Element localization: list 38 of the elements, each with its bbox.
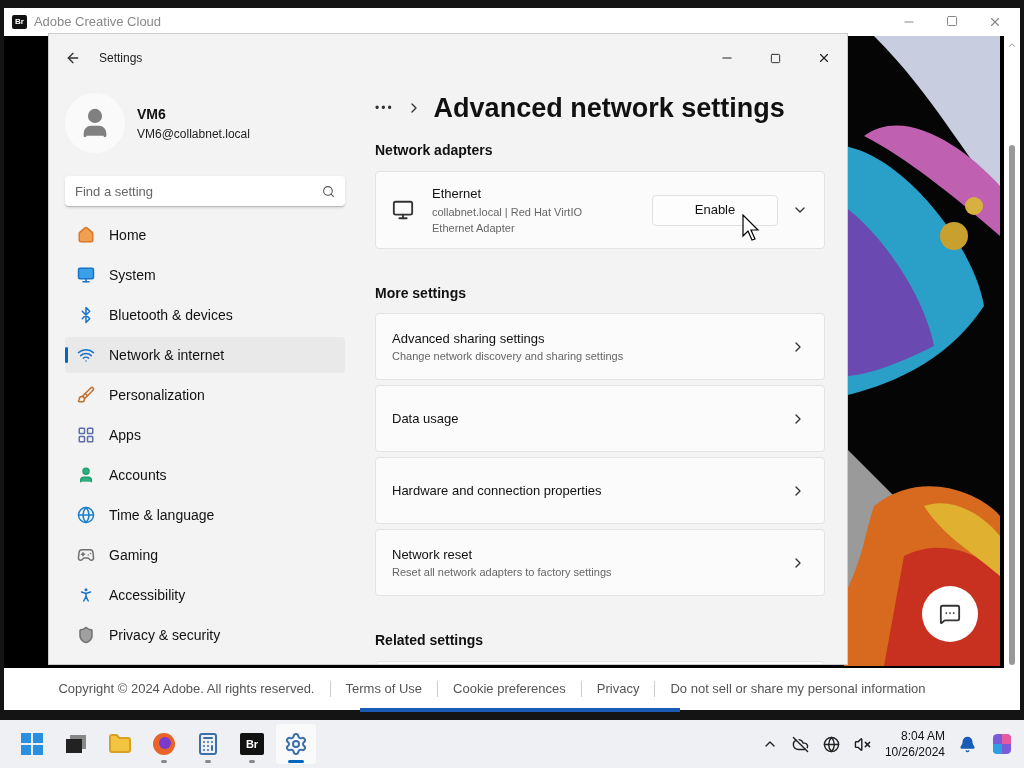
adapter-description: collabnet.local | Red Hat VirtIO Ethernet Adapter (432, 204, 583, 236)
footer-link[interactable]: Cookie preferences (453, 679, 566, 699)
footer-link[interactable]: Terms of Use (345, 679, 423, 699)
bridge-app-icon[interactable]: Br (240, 733, 264, 755)
nav-item[interactable]: Bluetooth & devices (65, 297, 345, 333)
window-title: Adobe Creative Cloud (33, 13, 162, 32)
settings-row[interactable]: Data usage (375, 385, 825, 452)
search-field[interactable]: Find a setting (65, 176, 345, 207)
settings-row[interactable]: Hardware and connection properties (375, 457, 825, 524)
settings-row[interactable]: Advanced sharing settings Change network discovery and sharing settings (375, 313, 825, 380)
app-badge: Br (12, 15, 27, 29)
enable-button[interactable]: Enable (652, 194, 778, 226)
section-heading: Network adapters (375, 141, 494, 160)
nav-item[interactable]: Network & internet (65, 337, 345, 373)
section-heading: Related settings (375, 631, 485, 650)
nav-item[interactable]: Privacy & security (65, 617, 345, 653)
copyright-text: Copyright © 2024 Adobe. All rights reserved. (58, 680, 315, 699)
user-name: VM6 (137, 104, 167, 124)
adapter-name: Ethernet (432, 185, 483, 204)
window-title: Settings (99, 50, 143, 67)
nav-item[interactable]: Accessibility (65, 577, 345, 613)
nav-item[interactable]: Accounts (65, 457, 345, 493)
nav-item[interactable]: Personalization (65, 377, 345, 413)
page-title: Advanced network settings (433, 91, 785, 125)
taskbar-button[interactable]: Br (232, 724, 272, 764)
nav-item[interactable]: Home (65, 217, 345, 253)
nav-item[interactable]: Apps (65, 417, 345, 453)
section-heading: More settings (375, 284, 467, 303)
nav-item[interactable]: Gaming (65, 537, 345, 573)
footer-link[interactable]: Do not sell or share my personal information (670, 679, 926, 699)
nav-item[interactable]: Time & language (65, 497, 345, 533)
nav-item[interactable]: System (65, 257, 345, 293)
footer-link[interactable]: Privacy (596, 679, 640, 699)
clock-date[interactable]: 10/26/2024 (884, 744, 945, 760)
breadcrumb-more[interactable]: ••• (375, 99, 394, 117)
clock-time[interactable]: 8:04 AM (900, 728, 945, 744)
user-email: VM6@collabnet.local (137, 125, 250, 143)
settings-row[interactable]: Network reset Reset all network adapters to factory settings (375, 529, 825, 596)
